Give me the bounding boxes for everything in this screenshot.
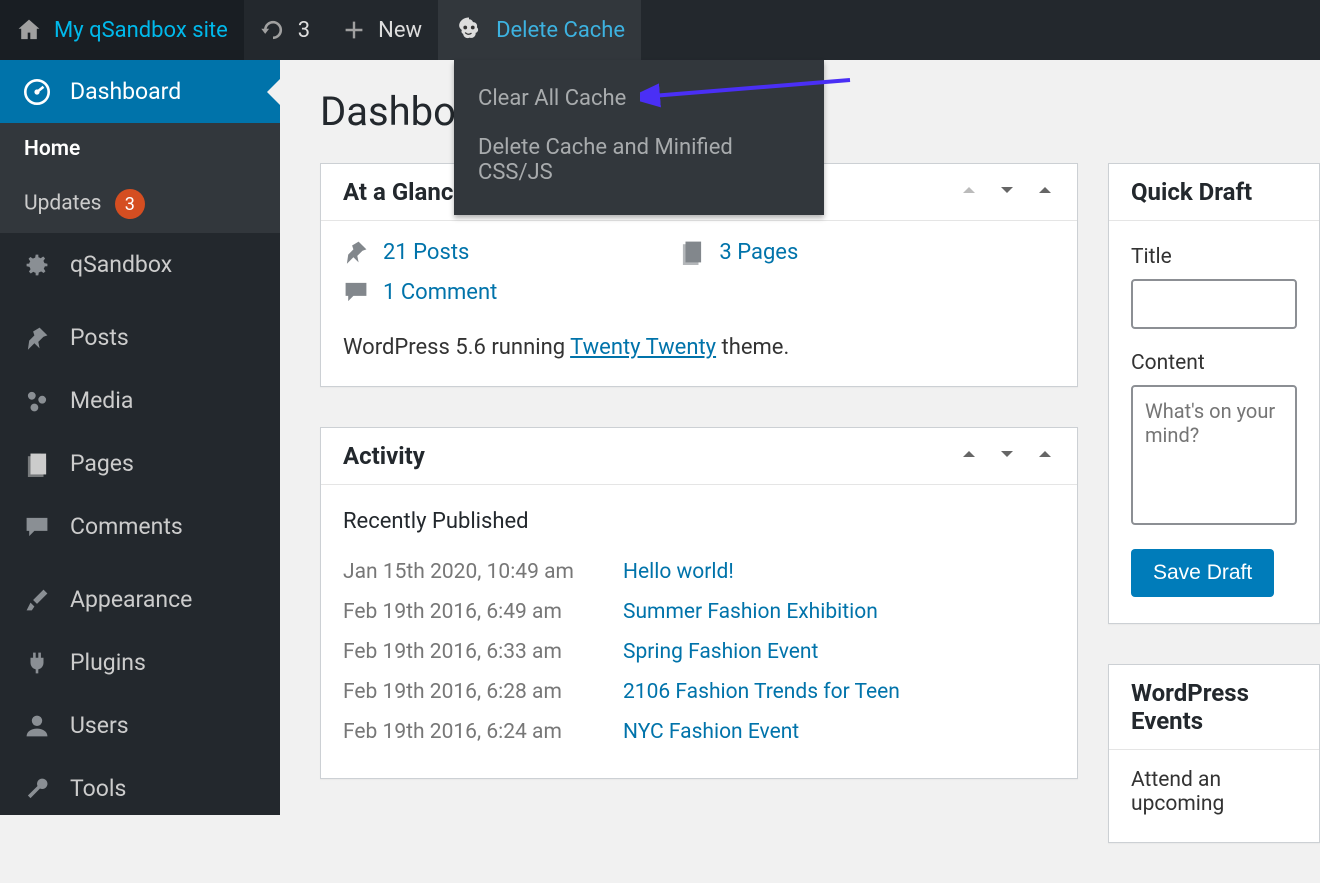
- activity-row: Feb 19th 2016, 6:28 am 2106 Fashion Tren…: [343, 672, 1055, 712]
- activity-post-link[interactable]: 2106 Fashion Trends for Teen: [623, 680, 900, 704]
- widget-quick-draft: Quick Draft Title Content Save Draft: [1108, 163, 1320, 624]
- widget-events: WordPress Events Attend an upcoming: [1108, 664, 1320, 843]
- wrench-icon: [22, 776, 52, 802]
- user-icon: [22, 713, 52, 739]
- annotation-arrow: [640, 70, 860, 110]
- home-icon: [16, 17, 42, 43]
- content-textarea[interactable]: [1131, 385, 1297, 525]
- submenu-home[interactable]: Home: [0, 123, 280, 175]
- menu-posts-label: Posts: [70, 324, 129, 351]
- events-title: WordPress Events: [1131, 679, 1297, 735]
- comment-icon: [343, 279, 369, 305]
- menu-tools-label: Tools: [70, 775, 126, 802]
- title-input[interactable]: [1131, 279, 1297, 329]
- glance-comments-link[interactable]: 1 Comment: [383, 280, 497, 305]
- activity-post-link[interactable]: NYC Fashion Event: [623, 720, 799, 744]
- menu-appearance-label: Appearance: [70, 586, 192, 613]
- admin-toolbar: My qSandbox site 3 New Delete Cache: [0, 0, 1320, 60]
- menu-posts[interactable]: Posts: [0, 306, 280, 369]
- menu-pages[interactable]: Pages: [0, 432, 280, 495]
- pages-icon: [22, 451, 52, 477]
- menu-users-label: Users: [70, 712, 129, 739]
- admin-sidebar: Dashboard Home Updates 3 qSandbox Posts …: [0, 60, 280, 815]
- brush-icon: [22, 587, 52, 613]
- menu-pages-label: Pages: [70, 450, 134, 477]
- refresh-link[interactable]: 3: [244, 0, 326, 60]
- menu-users[interactable]: Users: [0, 694, 280, 757]
- plus-icon: [342, 18, 366, 42]
- glance-pages-link[interactable]: 3 Pages: [719, 240, 798, 265]
- activity-title: Activity: [343, 442, 425, 470]
- menu-comments[interactable]: Comments: [0, 495, 280, 558]
- menu-qsandbox[interactable]: qSandbox: [0, 233, 280, 296]
- menu-qsandbox-label: qSandbox: [70, 251, 172, 278]
- menu-dashboard[interactable]: Dashboard: [0, 60, 280, 123]
- widget-activity: Activity Recently Published Jan 15th 202…: [320, 427, 1078, 779]
- activity-date: Feb 19th 2016, 6:28 am: [343, 680, 623, 704]
- activity-post-link[interactable]: Hello world!: [623, 560, 734, 584]
- gear-icon: [22, 252, 52, 278]
- move-down-icon[interactable]: [997, 180, 1017, 205]
- toggle-panel-icon[interactable]: [1035, 180, 1055, 205]
- menu-tools[interactable]: Tools: [0, 757, 280, 820]
- move-up-icon[interactable]: [959, 180, 979, 205]
- submenu-updates-label: Updates: [24, 192, 102, 216]
- dashboard-icon: [22, 79, 52, 105]
- activity-date: Feb 19th 2016, 6:24 am: [343, 720, 623, 744]
- glance-posts-link[interactable]: 21 Posts: [383, 240, 469, 265]
- menu-media-label: Media: [70, 387, 133, 414]
- new-label: New: [378, 18, 422, 43]
- menu-plugins-label: Plugins: [70, 649, 146, 676]
- media-icon: [22, 388, 52, 414]
- cache-icon: [454, 15, 484, 45]
- menu-plugins[interactable]: Plugins: [0, 631, 280, 694]
- comment-icon: [22, 514, 52, 540]
- activity-date: Feb 19th 2016, 6:33 am: [343, 640, 623, 664]
- refresh-count: 3: [298, 18, 310, 43]
- activity-row: Jan 15th 2020, 10:49 am Hello world!: [343, 552, 1055, 592]
- activity-post-link[interactable]: Summer Fashion Exhibition: [623, 600, 878, 624]
- delete-cache-label: Delete Cache: [496, 18, 625, 43]
- theme-link[interactable]: Twenty Twenty: [570, 335, 716, 360]
- activity-row: Feb 19th 2016, 6:49 am Summer Fashion Ex…: [343, 592, 1055, 632]
- move-down-icon[interactable]: [997, 444, 1017, 469]
- pin-icon: [343, 239, 369, 265]
- menu-appearance[interactable]: Appearance: [0, 568, 280, 631]
- updates-badge: 3: [115, 189, 145, 219]
- move-up-icon[interactable]: [959, 444, 979, 469]
- pages-icon: [679, 239, 705, 265]
- activity-row: Feb 19th 2016, 6:33 am Spring Fashion Ev…: [343, 632, 1055, 672]
- refresh-icon: [260, 17, 286, 43]
- glance-title: At a Glance: [343, 178, 466, 206]
- activity-date: Jan 15th 2020, 10:49 am: [343, 560, 623, 584]
- delete-minified-link[interactable]: Delete Cache and Minified CSS/JS: [454, 123, 824, 197]
- menu-dashboard-label: Dashboard: [70, 78, 181, 105]
- content-field-label: Content: [1131, 351, 1297, 375]
- menu-comments-label: Comments: [70, 513, 183, 540]
- dashboard-submenu: Home Updates 3: [0, 123, 280, 233]
- activity-date: Feb 19th 2016, 6:49 am: [343, 600, 623, 624]
- menu-media[interactable]: Media: [0, 369, 280, 432]
- toggle-panel-icon[interactable]: [1035, 444, 1055, 469]
- site-home-link[interactable]: My qSandbox site: [0, 0, 244, 60]
- pin-icon: [22, 325, 52, 351]
- site-name: My qSandbox site: [54, 18, 228, 43]
- activity-row: Feb 19th 2016, 6:24 am NYC Fashion Event: [343, 712, 1055, 752]
- submenu-updates[interactable]: Updates 3: [0, 175, 280, 233]
- activity-subtitle: Recently Published: [343, 509, 1055, 534]
- quickdraft-title: Quick Draft: [1131, 178, 1252, 206]
- version-text: WordPress 5.6 running Twenty Twenty them…: [343, 335, 1055, 360]
- plug-icon: [22, 650, 52, 676]
- delete-cache-menu[interactable]: Delete Cache: [438, 0, 641, 60]
- new-content-link[interactable]: New: [326, 0, 438, 60]
- events-intro: Attend an upcoming: [1131, 768, 1297, 816]
- save-draft-button[interactable]: Save Draft: [1131, 549, 1274, 597]
- title-field-label: Title: [1131, 245, 1297, 269]
- activity-post-link[interactable]: Spring Fashion Event: [623, 640, 818, 664]
